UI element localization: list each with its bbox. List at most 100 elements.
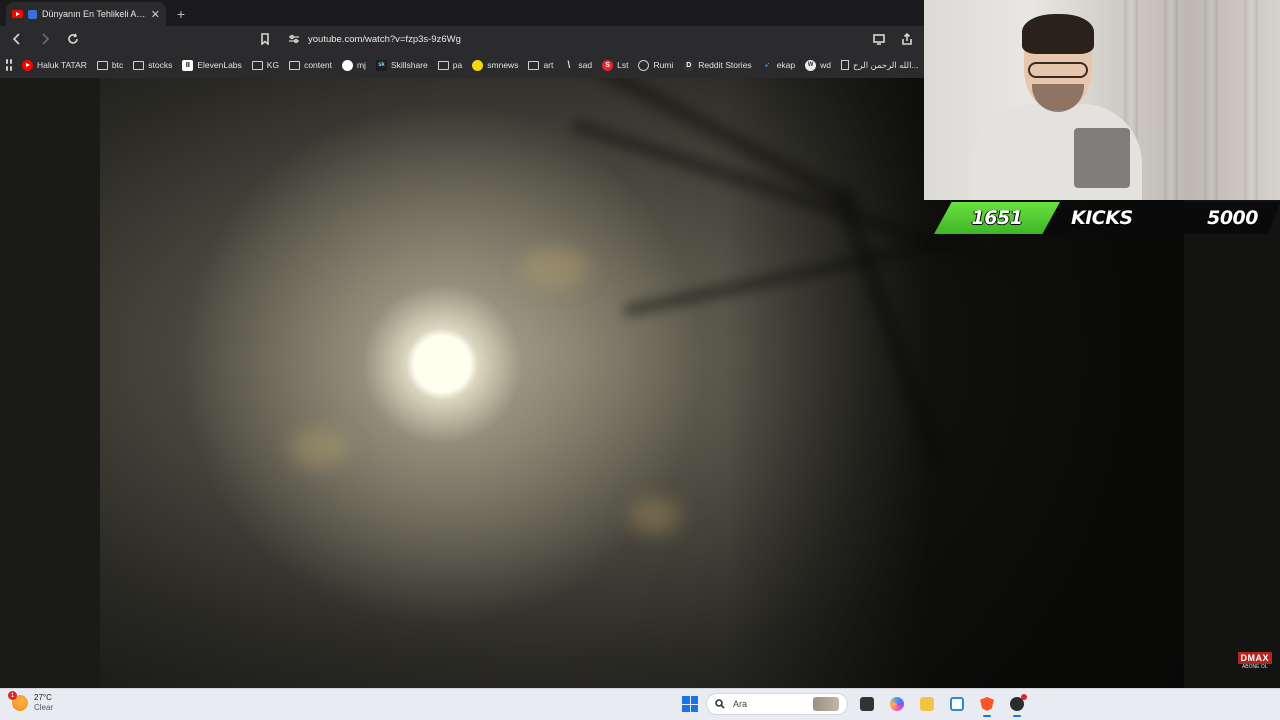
bookmark-label: smnews [487,60,519,70]
bookmark-lst[interactable]: S Lst [602,59,629,71]
task-view-button[interactable] [856,693,878,715]
weather-widget[interactable]: 1 27°C Clear [8,691,53,713]
search-icon [715,699,725,709]
search-highlight-image [813,697,839,711]
folder-icon [96,60,108,70]
folder-icon [437,60,449,70]
folder-icon [133,60,145,70]
obs-button[interactable] [1006,693,1028,717]
curtain-fold [1204,0,1218,200]
tab-strip: Dünyanın En Tehlikeli Anların ✕ + [0,0,924,26]
forward-button[interactable] [36,30,54,48]
taskbar-search[interactable]: Ara [706,693,848,715]
bookmark-page-button[interactable] [256,30,274,48]
snipping-tool-icon [950,697,964,711]
screen-icon [873,34,885,45]
bookmark-btc[interactable]: btc [96,60,123,70]
new-tab-button[interactable]: + [170,2,192,26]
url-text: youtube.com/watch?v=fzp3s-9z6Wg [308,33,461,45]
wordpress-icon: W [805,59,817,71]
bookmark-label: ElevenLabs [197,60,242,70]
bookmark-label: ekap [776,60,796,70]
windows-taskbar: 1 27°C Clear Ara [0,688,1280,720]
weather-text: 27°C Clear [34,693,53,713]
active-indicator [983,715,991,717]
document-icon [840,60,849,70]
chevron-left-icon [12,33,20,45]
active-indicator [1013,715,1021,717]
skillshare-icon: sk [375,59,387,71]
address-bar[interactable]: youtube.com/watch?v=fzp3s-9z6Wg [284,29,860,49]
slash-icon: \ [567,59,571,71]
github-icon [341,59,353,71]
bookmark-wd[interactable]: Wwd [805,59,831,71]
weather-sun-icon: 1 [8,691,28,711]
youtube-favicon-icon [12,10,23,18]
recording-dot [1021,694,1027,700]
bookmark-content[interactable]: content [289,60,332,70]
bookmarks-bar: Haluk TATAR btc stocks II ElevenLabs KG c… [0,52,924,78]
taskbar-apps: Ara [682,693,1028,717]
youtube-icon [22,59,33,71]
video-left-margin [0,78,100,688]
curtain-fold [1164,0,1178,200]
bookmark-label: pa [452,60,463,70]
folder-icon [251,60,263,70]
bookmark-art[interactable]: art [528,60,553,70]
folder-icon [289,60,301,70]
file-explorer-button[interactable] [916,693,938,715]
task-view-icon [860,697,874,711]
bookmark-label: Skillshare [390,60,428,70]
brave-browser-icon [980,697,994,711]
bookmark-kg[interactable]: KG [251,60,279,70]
kicks-current-count: 1651 [971,207,1023,229]
apps-grid-icon[interactable] [6,59,12,71]
tab-youtube-video[interactable]: Dünyanın En Tehlikeli Anların ✕ [6,2,166,26]
bookmark-label: Reddit Stories [698,60,752,70]
reload-button[interactable] [64,30,82,48]
s-logo-icon: S [602,59,614,71]
chevron-right-icon [42,33,50,45]
curtain-fold [1244,0,1258,200]
start-icon[interactable] [682,696,698,712]
bookmark-smnews[interactable]: smnews [472,59,519,71]
notification-badge: 1 [8,691,17,700]
bookmark-label: الله الرحمن الرح... [852,59,919,70]
glasses-icon [1028,62,1088,78]
bookmark-arabic[interactable]: الله الرحمن الرح... [840,59,919,71]
weather-temperature: 27°C [34,693,52,702]
cast-button[interactable] [870,30,888,48]
navbar-actions [870,30,916,48]
bookmark-rumi[interactable]: Rumi [638,59,673,71]
bookmark-ekap[interactable]: ➶ ekap [762,60,795,71]
webcam-overlay [924,0,1280,200]
site-info-icon[interactable] [288,33,300,45]
bookmark-pa[interactable]: pa [437,60,463,70]
bookmark-label: mj [356,60,366,70]
navigation-bar: youtube.com/watch?v=fzp3s-9z6Wg [0,26,924,52]
brave-browser-button[interactable] [976,693,998,717]
globe-icon [638,59,650,71]
bookmark-haluk-tatar[interactable]: Haluk TATAR [22,59,87,71]
share-button[interactable] [898,30,916,48]
bookmark-label: content [304,60,332,70]
bookmark-stocks[interactable]: stocks [133,60,172,70]
search-placeholder: Ara [733,699,748,709]
bookmark-elevenlabs[interactable]: II ElevenLabs [182,59,242,71]
bookmark-label: Lst [617,60,629,70]
shirt-print [1074,128,1130,188]
copilot-button[interactable] [886,693,908,715]
back-button[interactable] [8,30,26,48]
streamer-hair [1022,14,1094,54]
bookmark-label: Haluk TATAR [37,60,87,70]
bookmark-sad[interactable]: \ sad [563,60,592,71]
channel-logo-subtext: ABONE OL [1241,664,1268,670]
bird-icon: ➶ [764,62,771,69]
bookmark-reddit-stories[interactable]: D Reddit Stories [683,59,752,71]
snipping-tool-button[interactable] [946,693,968,715]
bookmark-skillshare[interactable]: sk Skillshare [375,59,428,71]
bokeh-light [630,498,680,534]
tab-close-icon[interactable]: ✕ [151,8,160,21]
d-logo-icon: D [683,59,695,71]
bookmark-mj[interactable]: mj [341,59,366,71]
